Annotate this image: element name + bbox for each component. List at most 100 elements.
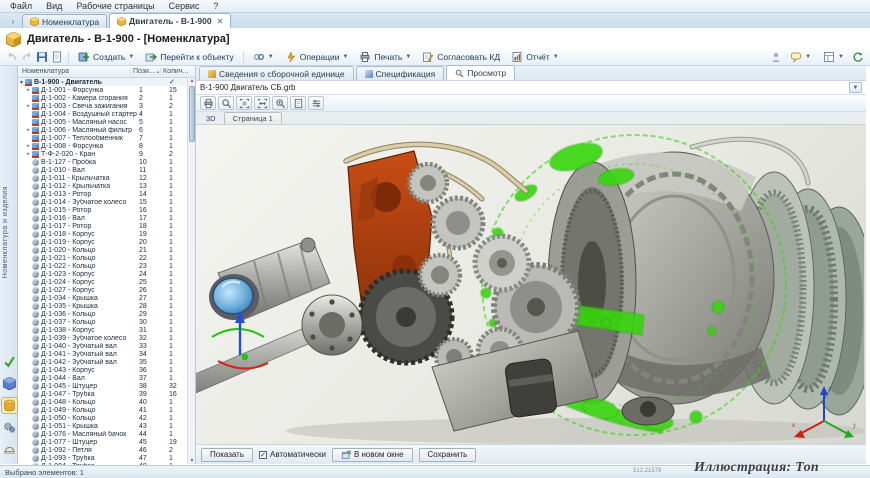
new-window-button[interactable]: В новом окне [331,447,413,462]
link-button[interactable]: ▼ [249,49,278,64]
dock-label-nomenclature[interactable]: Номенклатура и изделия [2,186,9,278]
expander-icon[interactable]: ▸ [25,143,32,149]
tree-row[interactable]: ▸ Д-1-003 - Свеча зажигания 3 2 [18,102,195,110]
create-button[interactable]: Создать ▼ [74,49,138,64]
show-button[interactable]: Показать [201,447,254,462]
tree-row[interactable]: Д-1-019 - Корпус 20 1 [18,238,195,246]
tab-engine[interactable]: Двигатель - В-1-900 ✕ [109,13,232,28]
auto-checkbox[interactable]: ✓ Автоматически [259,450,326,459]
tree-row[interactable]: Д-1-041 - Зубчатый вал 34 1 [18,350,195,358]
undo-icon[interactable] [6,51,18,63]
tree-row[interactable]: ▸ Т-Ф-2-020 - Кран 9 2 [18,150,195,158]
tree-row[interactable]: ▸ Д-1-001 - Форсунка 1 15 [18,86,195,94]
tree-row[interactable]: Д-1-012 - Крыльчатка 13 1 [18,182,195,190]
tree-row[interactable]: Д-1-015 - Ротор 16 1 [18,206,195,214]
user-icon[interactable] [770,51,782,63]
print-button[interactable]: Печать ▼ [355,49,415,64]
comments-button[interactable]: ▼ [786,49,815,64]
processes-gears-icon[interactable] [2,420,17,435]
tree-row[interactable]: Д-1-024 - Корпус 25 1 [18,278,195,286]
collapse-icon[interactable]: ▾ [18,79,25,86]
menu-file[interactable]: Файл [4,1,38,11]
tree-row[interactable]: Д-1-022 - Кольцо 23 1 [18,262,195,270]
col-quantity[interactable]: Колич... [160,68,188,75]
redo-icon[interactable] [21,51,33,63]
tree-row[interactable]: Д-1-048 - Кольцо 40 1 [18,398,195,406]
document-selector[interactable]: В-1-900 Двигатель СБ.grb ▼ [196,81,866,95]
tree-row[interactable]: Д-1-034 - Крышка 27 1 [18,294,195,302]
tree-row[interactable]: Д-1-005 - Масляный насос 5 1 [18,118,195,126]
tree-row[interactable]: Д-1-076 - Масляный бачок 44 1 [18,430,195,438]
tree-scrollbar[interactable]: ▲ ▼ [187,78,195,464]
tree-row[interactable]: Д-1-035 - Крышка 28 1 [18,302,195,310]
save-preview-button[interactable]: Сохранить [418,447,477,462]
tree-root-row[interactable]: ▾ В-1-900 - Двигатель ✓ [18,78,195,86]
tree-row[interactable]: Д-1-017 - Ротор 18 1 [18,222,195,230]
expander-icon[interactable]: ▸ [25,87,32,93]
fit-width-button[interactable] [254,96,270,110]
tree-row[interactable]: Д-1-050 - Кольцо 42 1 [18,414,195,422]
tree-row[interactable]: Д-1-047 - Трубка 39 16 [18,390,195,398]
tree-row[interactable]: Д-1-039 - Зубчатое колесо 32 1 [18,334,195,342]
report-button[interactable]: Отчёт ▼ [507,49,563,64]
menu-workpages[interactable]: Рабочие страницы [70,1,160,11]
page-setup-button[interactable] [290,96,306,110]
fit-page-button[interactable] [236,96,252,110]
tree-row[interactable]: Д-1-042 - Зубчатый вал 35 1 [18,358,195,366]
col-nomenclature[interactable]: Номенклатура [18,68,130,75]
tree-row[interactable]: Д-1-093 - Трубка 47 1 [18,454,195,462]
view-settings-button[interactable] [308,96,324,110]
menu-service[interactable]: Сервис [163,1,206,11]
scroll-thumb[interactable] [189,86,195,142]
layout-button[interactable]: ▼ [819,49,848,64]
viewport-3d[interactable]: x y z [196,125,866,444]
col-position[interactable]: Пози... ▴ [130,68,160,75]
print-preview-button[interactable] [200,96,216,110]
tree-row[interactable]: Д-1-013 - Ротор 14 1 [18,190,195,198]
tab-preview[interactable]: Просмотр [446,65,516,80]
tree-row[interactable]: Д-1-002 - Камера сгорания 2 1 [18,94,195,102]
tree-row[interactable]: Д-1-037 - Кольцо 30 1 [18,318,195,326]
tab-page1[interactable]: Страница 1 [223,112,282,124]
goto-object-button[interactable]: Перейти к объекту [141,49,238,64]
tree-row[interactable]: Д-1-014 - Зубчатое колесо 15 1 [18,198,195,206]
tree-row[interactable]: Д-1-044 - Вал 37 1 [18,374,195,382]
save-icon[interactable] [36,51,48,63]
tree-row[interactable]: Д-1-036 - Кольцо 29 1 [18,310,195,318]
tree-row[interactable]: Д-1-007 - Теплообменник 7 1 [18,134,195,142]
helmet-tool-icon[interactable] [2,442,17,457]
tree-row[interactable]: Д-1-051 - Крышка 43 1 [18,422,195,430]
models-cube-icon[interactable] [2,376,17,391]
document-dropdown-icon[interactable]: ▼ [849,82,862,93]
tree-row[interactable]: Д-1-027 - Корпус 26 1 [18,286,195,294]
tab-nomenclature[interactable]: Номенклатура [22,14,108,28]
expander-icon[interactable]: ▸ [25,127,32,133]
zoom-window-button[interactable] [272,96,288,110]
tab-specification[interactable]: Спецификация [355,66,445,80]
tree-row[interactable]: Д-1-020 - Кольцо 21 1 [18,246,195,254]
tree-row[interactable]: Д-1-049 - Кольцо 41 1 [18,406,195,414]
scroll-down-icon[interactable]: ▼ [188,458,196,464]
tree-row[interactable]: Д-1-018 - Корпус 19 1 [18,230,195,238]
tree-row[interactable]: Д-1-010 - Вал 11 1 [18,166,195,174]
tree-row[interactable]: Д-1-016 - Вал 17 1 [18,214,195,222]
close-tab-icon[interactable]: ✕ [217,17,224,26]
tab-assembly-info[interactable]: Сведения о сборочной единице [199,66,354,80]
approve-kd-button[interactable]: Согласовать КД [418,49,504,64]
nomenclature-tool-icon[interactable] [0,397,18,414]
operations-button[interactable]: Операции ▼ [281,49,353,64]
menu-help[interactable]: ? [207,1,224,11]
tree-row[interactable]: Д-1-043 - Корпус 36 1 [18,366,195,374]
tree-row[interactable]: Д-1-092 - Петля 46 2 [18,446,195,454]
tree-row[interactable]: Д-1-023 - Корпус 24 1 [18,270,195,278]
refresh-icon[interactable] [852,51,864,63]
tree-row[interactable]: Д-1-045 - Штуцер 38 32 [18,382,195,390]
menu-view[interactable]: Вид [40,1,68,11]
tree-row[interactable]: ▸ Д-1-008 - Форсунка 8 1 [18,142,195,150]
zoom-button[interactable] [218,96,234,110]
tree-row[interactable]: Д-1-004 - Воздушный стартер 4 1 [18,110,195,118]
tab-scroll-icon[interactable]: › [4,17,22,28]
scroll-up-icon[interactable]: ▲ [188,78,196,84]
tab-3d[interactable]: 3D [198,112,224,124]
tree-row[interactable]: Д-1-011 - Крыльчатка 12 1 [18,174,195,182]
